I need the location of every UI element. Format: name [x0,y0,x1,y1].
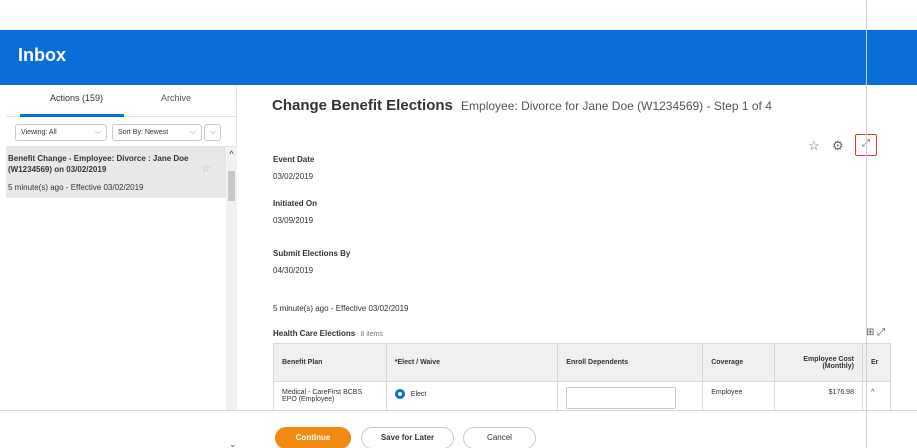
viewing-select-value: Viewing: All [21,129,57,136]
inbox-item-meta: 5 minute(s) ago - Effective 03/02/2019 [8,183,144,192]
inbox-panel: Actions (159) Archive Viewing: All ⌵ Sor… [6,85,237,410]
col-enroll-dependents: Enroll Dependents [557,343,704,382]
inbox-item-title: Benefit Change - Employee: Divorce : Jan… [8,154,189,174]
elect-radio[interactable] [394,389,405,399]
table-row: Medical - CareFirst BCBS EPO (Employee) … [273,381,892,412]
chevron-up-icon[interactable]: ^ [226,149,237,159]
window-divider [866,0,867,448]
page-subtitle: Employee: Divorce for Jane Doe (W1234569… [461,99,772,113]
gear-icon[interactable]: ⚙ [832,138,844,154]
tab-actions[interactable]: Actions (159) [50,93,103,103]
field-label-event-date: Event Date [273,155,315,164]
star-icon[interactable]: ☆ [808,138,820,154]
top-strip [0,0,917,30]
viewing-select[interactable]: Viewing: All ⌵ [15,124,107,141]
chevron-down-icon[interactable]: ⌄ [229,439,237,448]
app-header: Inbox [0,30,917,85]
page-title: Change Benefit Elections Employee: Divor… [272,97,772,114]
sort-select-value: Sort By: Newest [118,129,169,136]
health-care-count: 8 items [360,331,384,338]
health-care-title-text: Health Care Elections [273,329,356,338]
health-care-title: Health Care Elections 8 items [273,329,383,338]
filter-options-button[interactable]: ⌵ [204,124,221,141]
elect-label: Elect [410,390,427,398]
health-care-table: Benefit Plan *Elect / Waive Enroll Depen… [273,343,892,412]
cell-employee-cost: $176.98 [774,381,863,412]
cell-coverage: Employee [702,381,776,412]
continue-button[interactable]: Continue [275,427,351,448]
effective-note: 5 minute(s) ago - Effective 03/02/2019 [273,304,409,313]
page-header-title: Inbox [18,45,66,65]
inbox-item[interactable]: Benefit Change - Employee: Divorce : Jan… [6,147,237,198]
inbox-filters: Viewing: All ⌵ Sort By: Newest ⌵ ⌵ [6,117,237,147]
chevron-up-icon[interactable]: ^ [871,389,874,396]
inbox-scrollbar[interactable]: ^ [226,147,237,410]
footer-bar [0,410,917,448]
field-value-event-date: 03/02/2019 [273,172,314,181]
chevron-down-icon: ⌵ [94,127,101,136]
scroll-thumb[interactable] [228,171,235,201]
col-benefit-plan: Benefit Plan [273,343,387,382]
cell-enroll-dependents [557,381,704,412]
star-icon[interactable]: ☆ [201,162,211,175]
tab-archive[interactable]: Archive [161,93,191,103]
field-value-submit-by: 04/30/2019 [273,266,314,275]
save-for-later-button[interactable]: Save for Later [361,427,454,448]
table-view-icon[interactable]: ⊞ ⤢ [866,327,885,338]
field-label-initiated-on: Initiated On [273,199,317,208]
field-label-submit-by: Submit Elections By [273,249,351,258]
sort-select[interactable]: Sort By: Newest ⌵ [112,124,202,141]
dependents-input[interactable] [566,387,677,409]
cell-benefit-plan: Medical - CareFirst BCBS EPO (Employee) [273,381,387,412]
cell-elect: Elect [385,381,559,412]
cancel-button[interactable]: Cancel [463,427,536,448]
inbox-tabs: Actions (159) Archive [6,85,237,117]
col-elect-waive: *Elect / Waive [385,343,559,382]
page-title-text: Change Benefit Elections [272,97,453,114]
col-coverage: Coverage [702,343,776,382]
col-employee-cost: Employee Cost (Monthly) [774,343,863,382]
table-header-row: Benefit Plan *Elect / Waive Enroll Depen… [273,343,892,382]
chevron-down-icon: ⌵ [189,127,196,136]
chevron-down-icon: ⌵ [209,127,216,136]
field-value-initiated-on: 03/09/2019 [273,216,314,225]
